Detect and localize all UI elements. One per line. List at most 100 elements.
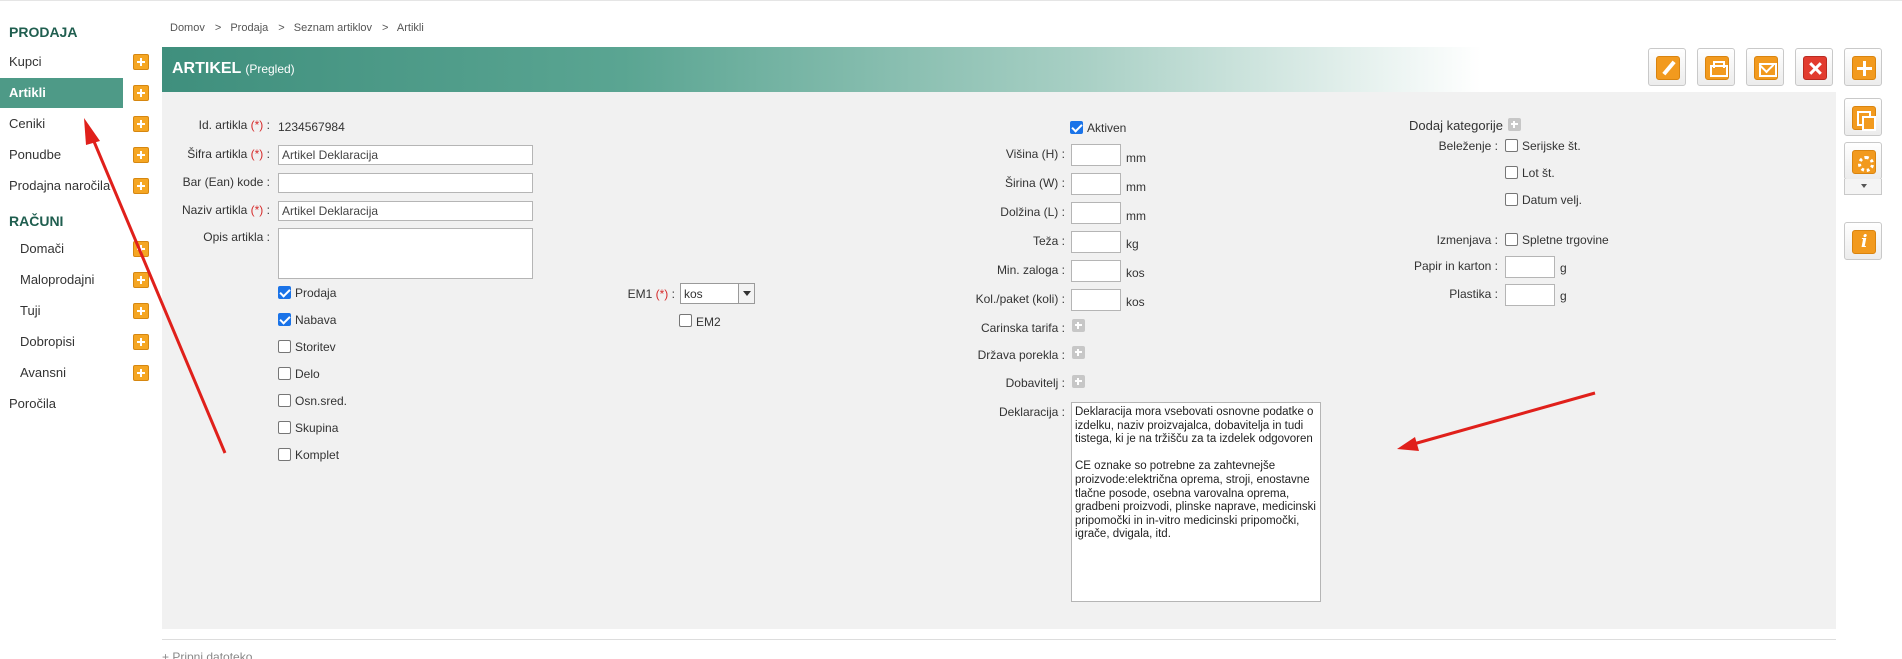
attach-file-link[interactable]: + Pripni datoteko: [162, 650, 252, 659]
copy-button[interactable]: [1844, 98, 1882, 136]
delete-button[interactable]: [1795, 48, 1833, 86]
min-zaloga-unit: kos: [1126, 266, 1145, 280]
sidebar-item-dobropisi[interactable]: Dobropisi: [0, 327, 123, 357]
teza-input[interactable]: [1071, 231, 1121, 253]
carinska-tarifa-label: Carinska tarifa :: [980, 321, 1065, 335]
print-button[interactable]: [1697, 48, 1735, 86]
add-prodajna-narocila-icon[interactable]: [133, 178, 149, 194]
add-tuji-icon[interactable]: [133, 303, 149, 319]
add-drzava-porekla-icon[interactable]: [1072, 346, 1085, 359]
skupina-checkbox[interactable]: [278, 421, 291, 434]
add-carinska-tarifa-icon[interactable]: [1072, 319, 1085, 332]
breadcrumb: Domov > Prodaja > Seznam artiklov > Artikli: [170, 22, 428, 34]
spletne-trgovine-checkbox[interactable]: [1505, 233, 1518, 246]
sidebar-item-label: Ponudbe: [9, 147, 62, 162]
add-kategorije-icon[interactable]: [1508, 118, 1521, 131]
komplet-checkbox[interactable]: [278, 448, 291, 461]
mail-icon: [1754, 56, 1778, 80]
storitev-checkbox[interactable]: [278, 340, 291, 353]
visina-label: Višina (H) :: [1005, 147, 1065, 161]
breadcrumb-home[interactable]: Domov: [170, 22, 205, 34]
serijske-checkbox[interactable]: [1505, 139, 1518, 152]
em1-select[interactable]: kos: [680, 283, 755, 304]
teza-label: Teža :: [1032, 234, 1065, 248]
em1-selected-value: kos: [684, 287, 703, 301]
sirina-unit: mm: [1126, 180, 1146, 194]
sidebar-item-avansni[interactable]: Avansni: [0, 358, 123, 388]
opis-textarea[interactable]: [278, 228, 533, 279]
kol-paket-input[interactable]: [1071, 289, 1121, 311]
visina-input[interactable]: [1071, 144, 1121, 166]
datum-velj-checkbox[interactable]: [1505, 193, 1518, 206]
breadcrumb-prodaja[interactable]: Prodaja: [230, 22, 268, 34]
add-kupci-icon[interactable]: [133, 54, 149, 70]
sirina-label: Širina (W) :: [1004, 176, 1065, 190]
add-avansni-icon[interactable]: [133, 365, 149, 381]
sidebar-item-label: Domači: [20, 241, 65, 256]
sidebar: PRODAJA Kupci Artikli Ceniki Ponudbe Pro…: [0, 0, 158, 659]
sidebar-item-domaci[interactable]: Domači: [0, 234, 123, 264]
prodaja-label: Prodaja: [295, 286, 337, 300]
sidebar-item-tuji[interactable]: Tuji: [0, 296, 123, 326]
page-subtitle: (Pregled): [245, 62, 295, 76]
sifra-input[interactable]: Artikel Deklaracija: [278, 145, 533, 165]
add-domaci-icon[interactable]: [133, 241, 149, 257]
teza-unit: kg: [1126, 237, 1139, 251]
id-label: Id. artikla (*) :: [198, 118, 270, 132]
ean-input[interactable]: [278, 173, 533, 193]
osn-sred-checkbox[interactable]: [278, 394, 291, 407]
add-dobavitelj-icon[interactable]: [1072, 375, 1085, 388]
add-maloprodajni-icon[interactable]: [133, 272, 149, 288]
papir-karton-input[interactable]: [1505, 256, 1555, 278]
add-button[interactable]: [1844, 48, 1882, 86]
sidebar-item-label: Kupci: [9, 54, 42, 69]
pencil-icon: [1656, 56, 1680, 80]
lot-checkbox[interactable]: [1505, 166, 1518, 179]
colon: :: [671, 287, 675, 301]
datum-velj-label: Datum velj.: [1522, 193, 1583, 207]
dobavitelj-label: Dobavitelj :: [1005, 376, 1065, 390]
lot-label: Lot št.: [1522, 166, 1555, 180]
add-artikli-icon[interactable]: [133, 85, 149, 101]
sidebar-item-kupci[interactable]: Kupci: [0, 47, 123, 77]
dolzina-label: Dolžina (L) :: [1000, 205, 1065, 219]
add-ponudbe-icon[interactable]: [133, 147, 149, 163]
deklaracija-textarea[interactable]: Deklaracija mora vsebovati osnovne podat…: [1071, 402, 1321, 602]
info-button[interactable]: [1844, 222, 1882, 260]
colon: :: [266, 147, 270, 161]
kol-paket-label: Kol./paket (koli) :: [975, 292, 1065, 306]
edit-button[interactable]: [1648, 48, 1686, 86]
sidebar-item-label: Artikli: [9, 85, 46, 100]
email-button[interactable]: [1746, 48, 1784, 86]
sidebar-item-maloprodajni[interactable]: Maloprodajni: [0, 265, 123, 295]
min-zaloga-input[interactable]: [1071, 260, 1121, 282]
sidebar-item-artikli[interactable]: Artikli: [0, 78, 123, 108]
breadcrumb-artikli: Artikli: [396, 22, 424, 34]
sidebar-item-label: Ceniki: [9, 116, 46, 131]
colon: :: [1494, 139, 1498, 153]
papir-karton-label: Papir in karton :: [1413, 259, 1498, 273]
plastika-input[interactable]: [1505, 284, 1555, 306]
add-dobropisi-icon[interactable]: [133, 334, 149, 350]
dodaj-kategorije-label: Dodaj kategorije: [1409, 118, 1503, 133]
delo-checkbox[interactable]: [278, 367, 291, 380]
aktiven-checkbox[interactable]: [1070, 121, 1083, 134]
drzava-porekla-label: Država porekla :: [977, 348, 1065, 362]
em2-checkbox[interactable]: [679, 314, 692, 327]
settings-dropdown-toggle[interactable]: [1844, 179, 1882, 195]
sidebar-item-prodajna-narocila[interactable]: Prodajna naročila: [0, 171, 123, 201]
sidebar-item-porocila[interactable]: Poročila: [0, 389, 123, 419]
prodaja-checkbox[interactable]: [278, 286, 291, 299]
dolzina-input[interactable]: [1071, 202, 1121, 224]
plastika-label: Plastika :: [1449, 287, 1498, 301]
add-ceniki-icon[interactable]: [133, 116, 149, 132]
nabava-checkbox[interactable]: [278, 313, 291, 326]
sidebar-item-ceniki[interactable]: Ceniki: [0, 109, 123, 139]
em1-label: EM1 (*) :: [627, 287, 675, 301]
naziv-input[interactable]: Artikel Deklaracija: [278, 201, 533, 221]
colon: :: [266, 230, 270, 244]
settings-button[interactable]: [1844, 142, 1882, 180]
sirina-input[interactable]: [1071, 173, 1121, 195]
sidebar-item-ponudbe[interactable]: Ponudbe: [0, 140, 123, 170]
breadcrumb-seznam-artiklov[interactable]: Seznam artiklov: [294, 22, 372, 34]
